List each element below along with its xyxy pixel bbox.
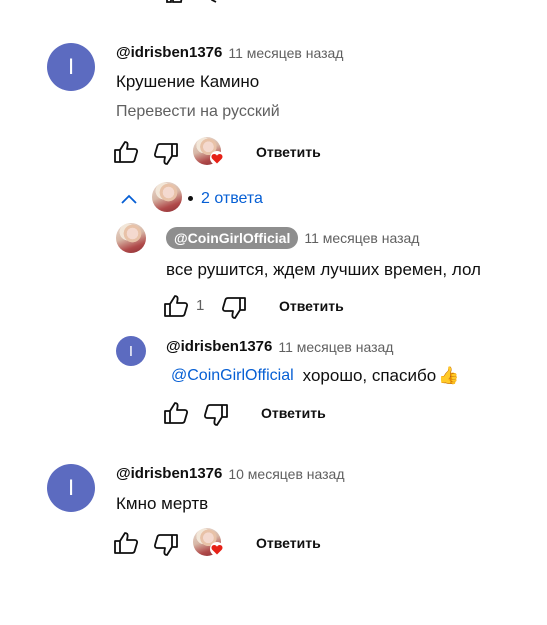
replier-avatar-preview (152, 182, 182, 212)
like-button[interactable] (113, 531, 139, 555)
like-button[interactable] (113, 140, 139, 164)
avatar[interactable]: I (116, 336, 146, 366)
avatar[interactable]: I (47, 43, 95, 91)
avatar-letter: I (67, 54, 75, 79)
thumbs-down-icon (153, 534, 178, 556)
avatar[interactable]: I (47, 464, 95, 512)
like-button[interactable] (163, 401, 189, 425)
dislike-icon-partial[interactable] (206, 0, 226, 4)
like-count: 1 (196, 297, 205, 314)
reply-header: @CoinGirlOfficial 11 месяцев назад (166, 227, 419, 249)
thumbs-down-icon (203, 404, 228, 426)
reply-button[interactable]: Ответить (256, 144, 321, 160)
comment-header: @idrisben1376 11 месяцев назад (116, 44, 343, 61)
dislike-button[interactable] (153, 533, 179, 557)
thumbs-up-icon (114, 532, 139, 554)
reply-text: хорошо, спасибо (302, 366, 437, 385)
like-icon-partial[interactable] (165, 0, 189, 4)
dislike-button[interactable] (221, 296, 247, 320)
reply-button[interactable]: Ответить (279, 298, 344, 314)
chevron-up-icon[interactable] (120, 193, 138, 205)
comment-time[interactable]: 10 месяцев назад (228, 466, 344, 482)
thumbs-up-icon (164, 295, 189, 317)
avatar-letter: I (67, 475, 75, 500)
reply-time[interactable]: 11 месяцев назад (304, 230, 419, 246)
reply-header: @idrisben1376 11 месяцев назад (166, 338, 393, 355)
thumbs-down-icon (221, 297, 246, 319)
replies-toggle[interactable]: 2 ответа (201, 190, 263, 208)
thumbs-up-icon (164, 402, 189, 424)
heart-icon (210, 151, 224, 165)
like-button[interactable] (163, 294, 189, 318)
reply-time[interactable]: 11 месяцев назад (278, 339, 393, 355)
translate-link[interactable]: Перевести на русский (116, 103, 280, 121)
dislike-button[interactable] (153, 142, 179, 166)
thumbs-down-icon (153, 143, 178, 165)
comment-author[interactable]: @idrisben1376 (116, 44, 222, 61)
comment-author[interactable]: @idrisben1376 (116, 465, 222, 482)
avatar-letter: I (128, 342, 134, 360)
avatar[interactable] (116, 223, 146, 253)
creator-handle-chip[interactable]: @CoinGirlOfficial (166, 227, 299, 249)
reply-button[interactable]: Ответить (256, 535, 321, 551)
heart-icon (210, 542, 224, 556)
comment-time[interactable]: 11 месяцев назад (228, 45, 343, 61)
reply-text-line: @CoinGirlOfficial хорошо, спасибо 👍 (171, 366, 459, 386)
reply-text: все рушится, ждем лучших времен, лол (166, 260, 481, 279)
reply-author[interactable]: @idrisben1376 (166, 338, 272, 355)
comment-text: Крушение Камино (116, 72, 260, 91)
dislike-button[interactable] (203, 403, 229, 427)
mention-link[interactable]: @CoinGirlOfficial (171, 367, 294, 385)
reply-button[interactable]: Ответить (261, 405, 326, 421)
comment-header: @idrisben1376 10 месяцев назад (116, 465, 345, 482)
thumbs-up-emoji: 👍 (438, 366, 460, 385)
separator-dot (188, 196, 193, 201)
thumbs-up-icon (114, 141, 139, 163)
comment-text: Кмно мертв (116, 494, 209, 513)
